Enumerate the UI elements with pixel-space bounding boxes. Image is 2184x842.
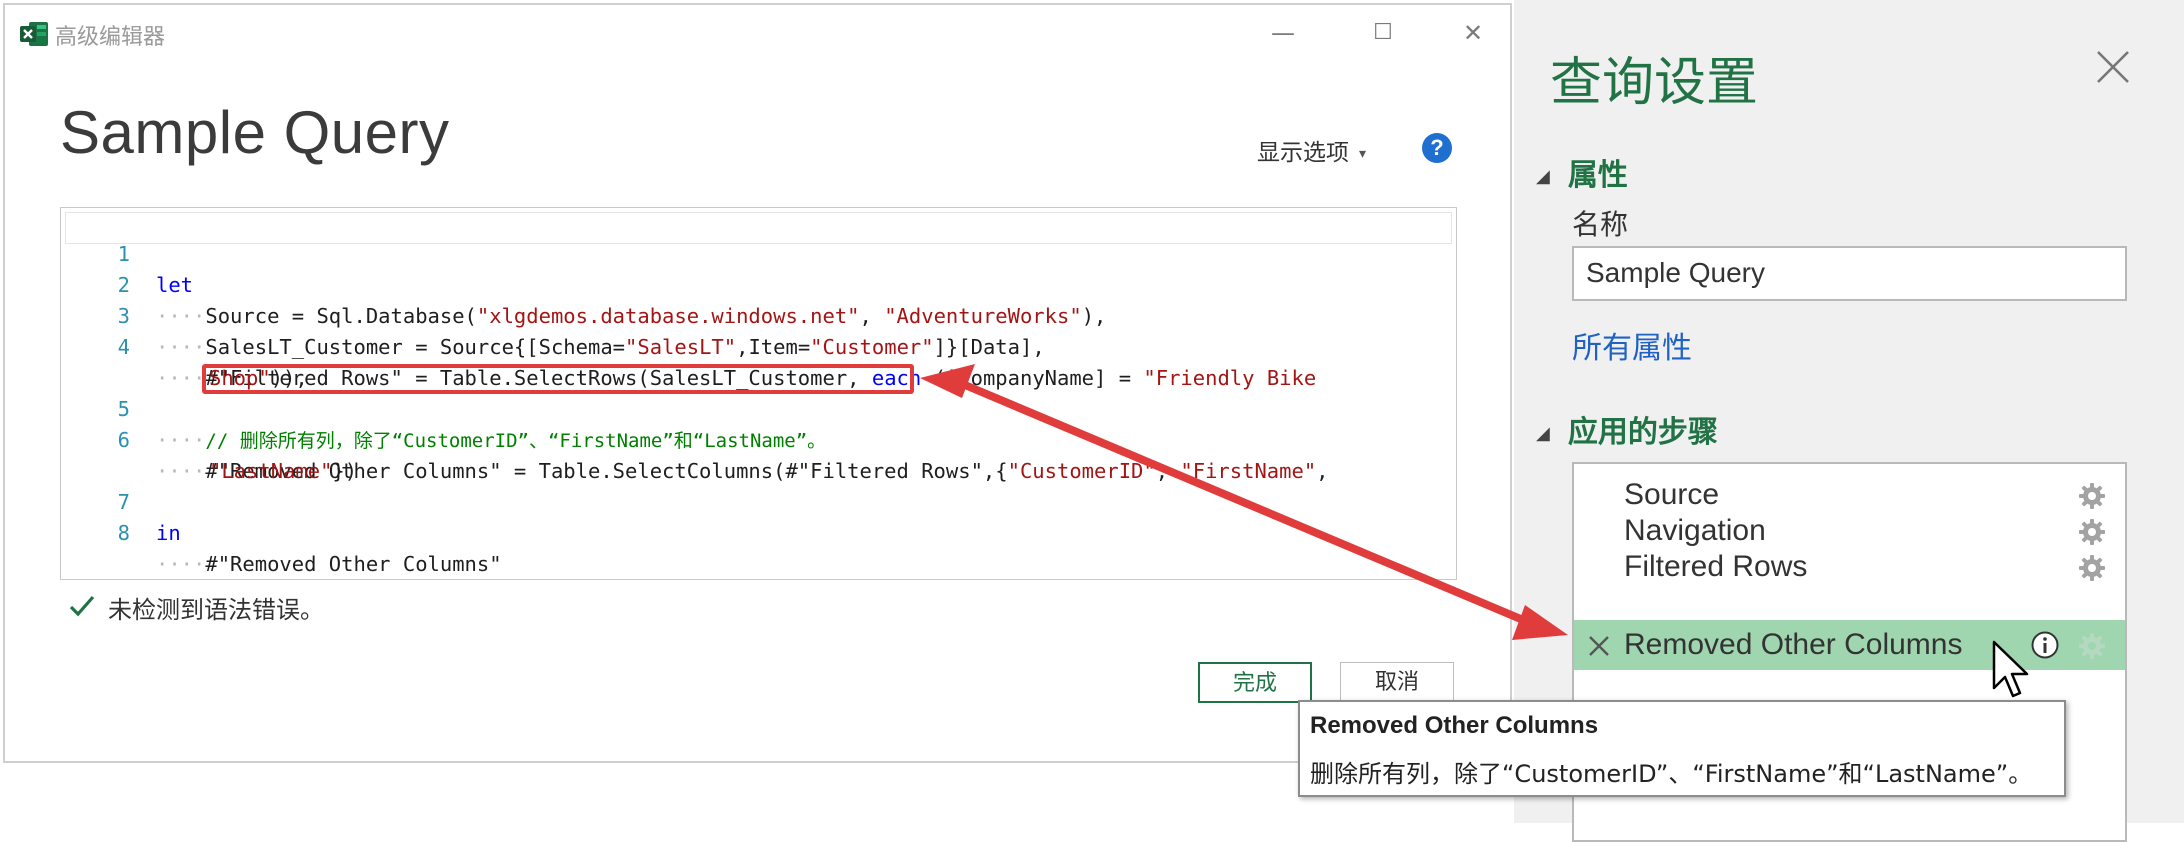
display-options-dropdown[interactable]: 显示选项 ▾ bbox=[1257, 133, 1366, 167]
code-line[interactable]: 5 ····// 删除所有列，除了“CustomerID”、“FirstName… bbox=[60, 363, 827, 452]
string-token: "Customer" bbox=[810, 335, 934, 359]
tooltip-title: Removed Other Columns bbox=[1310, 712, 1599, 739]
step-filtered-rows[interactable]: Filtered Rows bbox=[1574, 542, 2125, 592]
code-line[interactable]: 8 ····#"Removed Other Columns" bbox=[60, 487, 502, 576]
line-number: 8 bbox=[117, 521, 130, 545]
properties-section-header[interactable]: ◢ 属性 bbox=[1536, 150, 1628, 194]
step-tooltip: Removed Other Columns 删除所有列，除了“CustomerI… bbox=[1298, 700, 2066, 797]
code-token: , bbox=[1316, 459, 1329, 483]
code-line[interactable]: 4 ····#"Filtered Rows" = Table.SelectRow… bbox=[60, 301, 1317, 390]
chevron-down-icon: ▾ bbox=[1359, 145, 1367, 162]
close-button[interactable]: ✕ bbox=[1450, 13, 1496, 53]
query-name-input[interactable]: Sample Query bbox=[1572, 246, 2127, 301]
name-label: 名称 bbox=[1572, 208, 1629, 241]
code-line-continuation[interactable]: Shop")), bbox=[60, 332, 308, 390]
all-properties-link[interactable]: 所有属性 bbox=[1572, 323, 1692, 367]
info-icon[interactable] bbox=[2030, 630, 2060, 660]
properties-heading: 属性 bbox=[1567, 158, 1628, 193]
string-token: "FirstName" bbox=[1180, 459, 1317, 483]
code-line[interactable]: 7 in bbox=[60, 456, 181, 545]
display-options-label: 显示选项 bbox=[1257, 140, 1349, 166]
string-token: "AdventureWorks" bbox=[884, 304, 1082, 328]
status-text: 未检测到语法错误。 bbox=[108, 596, 324, 624]
delete-step-icon[interactable] bbox=[1588, 635, 1610, 657]
code-token: ]}[Data], bbox=[933, 335, 1045, 359]
tooltip-description: 删除所有列，除了“CustomerID”、“FirstName”和“LastNa… bbox=[1310, 760, 2033, 788]
collapse-triangle-icon: ◢ bbox=[1536, 166, 1550, 187]
help-icon[interactable]: ? bbox=[1422, 133, 1452, 163]
close-icon[interactable] bbox=[2088, 42, 2138, 92]
string-token: "Friendly Bike bbox=[1143, 366, 1317, 390]
string-token: "xlgdemos.database.windows.net" bbox=[476, 304, 860, 328]
string-token: "LastName" bbox=[209, 459, 333, 483]
code-line[interactable]: 6 ····#"Removed Other Columns" = Table.S… bbox=[60, 394, 1329, 483]
mouse-cursor-icon bbox=[1992, 640, 2029, 698]
step-label: Filtered Rows bbox=[1624, 550, 1808, 583]
query-settings-title: 查询设置 bbox=[1550, 53, 1759, 113]
gear-icon[interactable] bbox=[2077, 553, 2107, 583]
checkmark-icon bbox=[69, 595, 95, 617]
code-token: #"Removed Other Columns" bbox=[205, 552, 502, 576]
code-token: , bbox=[859, 304, 885, 328]
code-line[interactable]: 2 ····Source = Sql.Database("xlgdemos.da… bbox=[60, 239, 1107, 328]
code-comment: // 删除所有列，除了“CustomerID”、“FirstName”和“Las… bbox=[205, 430, 827, 452]
excel-app-icon bbox=[20, 22, 48, 46]
step-removed-other-columns[interactable]: Removed Other Columns bbox=[1574, 620, 2125, 670]
keyword-in: in bbox=[156, 521, 181, 545]
window-title: 高级编辑器 bbox=[55, 25, 166, 50]
cancel-button[interactable]: 取消 bbox=[1340, 662, 1454, 703]
string-token: "SalesLT" bbox=[625, 335, 737, 359]
done-button[interactable]: 完成 bbox=[1198, 662, 1312, 703]
code-line[interactable]: 1 let bbox=[60, 208, 193, 297]
applied-steps-heading: 应用的步骤 bbox=[1567, 415, 1718, 450]
minimize-button[interactable]: — bbox=[1260, 13, 1306, 53]
step-label: Removed Other Columns bbox=[1624, 628, 1963, 661]
code-token: , bbox=[1155, 459, 1181, 483]
title-bar: 高级编辑器 — ☐ ✕ bbox=[5, 5, 1510, 57]
code-token: ([CompanyName] = bbox=[921, 366, 1144, 390]
code-line-continuation[interactable]: "LastName"}) bbox=[60, 425, 357, 483]
code-line[interactable]: 3 ····SalesLT_Customer = Source{[Schema=… bbox=[60, 270, 1045, 359]
current-line-highlight bbox=[65, 212, 1452, 244]
code-token: SalesLT_Customer = Source{[Schema= bbox=[205, 335, 626, 359]
maximize-button[interactable]: ☐ bbox=[1360, 13, 1406, 53]
keyword-let: let bbox=[156, 273, 194, 297]
comment-annotation-box bbox=[202, 364, 914, 394]
gear-icon[interactable] bbox=[2077, 631, 2107, 661]
string-token: "CustomerID" bbox=[1007, 459, 1156, 483]
query-name-heading: Sample Query bbox=[60, 99, 450, 166]
applied-steps-section-header[interactable]: ◢ 应用的步骤 bbox=[1536, 407, 1718, 451]
code-token: Source = Sql.Database( bbox=[205, 304, 477, 328]
collapse-triangle-icon: ◢ bbox=[1536, 423, 1550, 444]
code-token: ), bbox=[1081, 304, 1107, 328]
code-token: ,Item= bbox=[736, 335, 811, 359]
code-token: }) bbox=[332, 459, 358, 483]
